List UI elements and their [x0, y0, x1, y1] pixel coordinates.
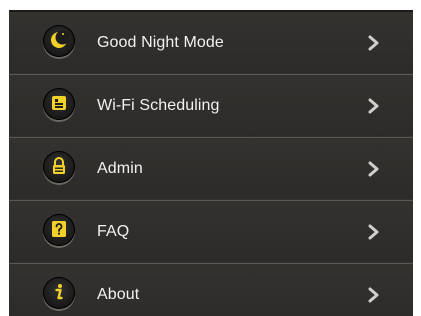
- chevron-right-icon: [368, 287, 379, 302]
- menu-item-label: Admin: [97, 159, 143, 177]
- menu-item-label: Good Night Mode: [97, 33, 224, 51]
- moon-icon: [43, 25, 75, 57]
- menu-item-wifi-scheduling[interactable]: Wi-Fi Scheduling: [9, 75, 413, 136]
- menu-item-about[interactable]: About: [9, 264, 413, 316]
- chevron-right-icon: [368, 98, 379, 113]
- chevron-right-icon: [368, 224, 379, 239]
- question-icon: [43, 214, 75, 246]
- chevron-right-icon: [368, 161, 379, 176]
- lock-icon: [43, 151, 75, 183]
- info-icon: [43, 277, 75, 309]
- menu-item-faq[interactable]: FAQ: [9, 201, 413, 262]
- menu-item-admin[interactable]: Admin: [9, 138, 413, 199]
- menu-item-good-night-mode[interactable]: Good Night Mode: [9, 12, 413, 73]
- menu-item-label: FAQ: [97, 222, 130, 240]
- menu-item-label: About: [97, 285, 140, 303]
- chevron-right-icon: [368, 35, 379, 50]
- settings-menu: Good Night Mode Wi-Fi Scheduling Admin F…: [9, 10, 413, 316]
- scheduling-icon: [43, 88, 75, 120]
- menu-item-label: Wi-Fi Scheduling: [97, 96, 220, 114]
